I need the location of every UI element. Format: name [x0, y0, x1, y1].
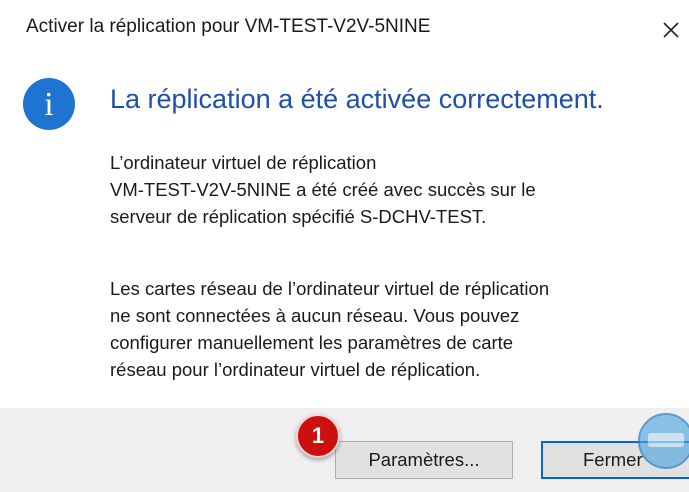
step-number: 1: [311, 423, 325, 448]
paragraph-line: configurer manuellement les paramètres d…: [110, 332, 514, 353]
paragraph-line: réseau pour l’ordinateur virtuel de répl…: [110, 359, 481, 380]
close-button[interactable]: [655, 12, 685, 46]
paragraph-line: ne sont connectées à aucun réseau. Vous …: [110, 305, 520, 326]
message-paragraph-2: Les cartes réseau de l’ordinateur virtue…: [110, 275, 675, 383]
replication-dialog: Activer la réplication pour VM-TEST-V2V-…: [0, 0, 689, 492]
window-title: Activer la réplication pour VM-TEST-V2V-…: [26, 16, 431, 37]
success-heading: La réplication a été activée correctemen…: [110, 84, 604, 114]
info-glyph: i: [44, 86, 54, 123]
paragraph-line: serveur de réplication spécifié S-DCHV-T…: [110, 206, 487, 227]
close-icon: [663, 22, 679, 38]
message-paragraph-1: L’ordinateur virtuel de réplication VM-T…: [110, 149, 675, 230]
step-badge: 1: [296, 414, 340, 458]
settings-button[interactable]: Paramètres...: [335, 441, 513, 479]
paragraph-line: VM-TEST-V2V-5NINE a été créé avec succès…: [110, 179, 536, 200]
watermark-logo-icon: [638, 413, 689, 469]
paragraph-line: Les cartes réseau de l’ordinateur virtue…: [110, 278, 550, 299]
paragraph-line: L’ordinateur virtuel de réplication: [110, 152, 377, 173]
info-icon: i: [23, 78, 75, 130]
title-bar: Activer la réplication pour VM-TEST-V2V-…: [0, 0, 689, 60]
